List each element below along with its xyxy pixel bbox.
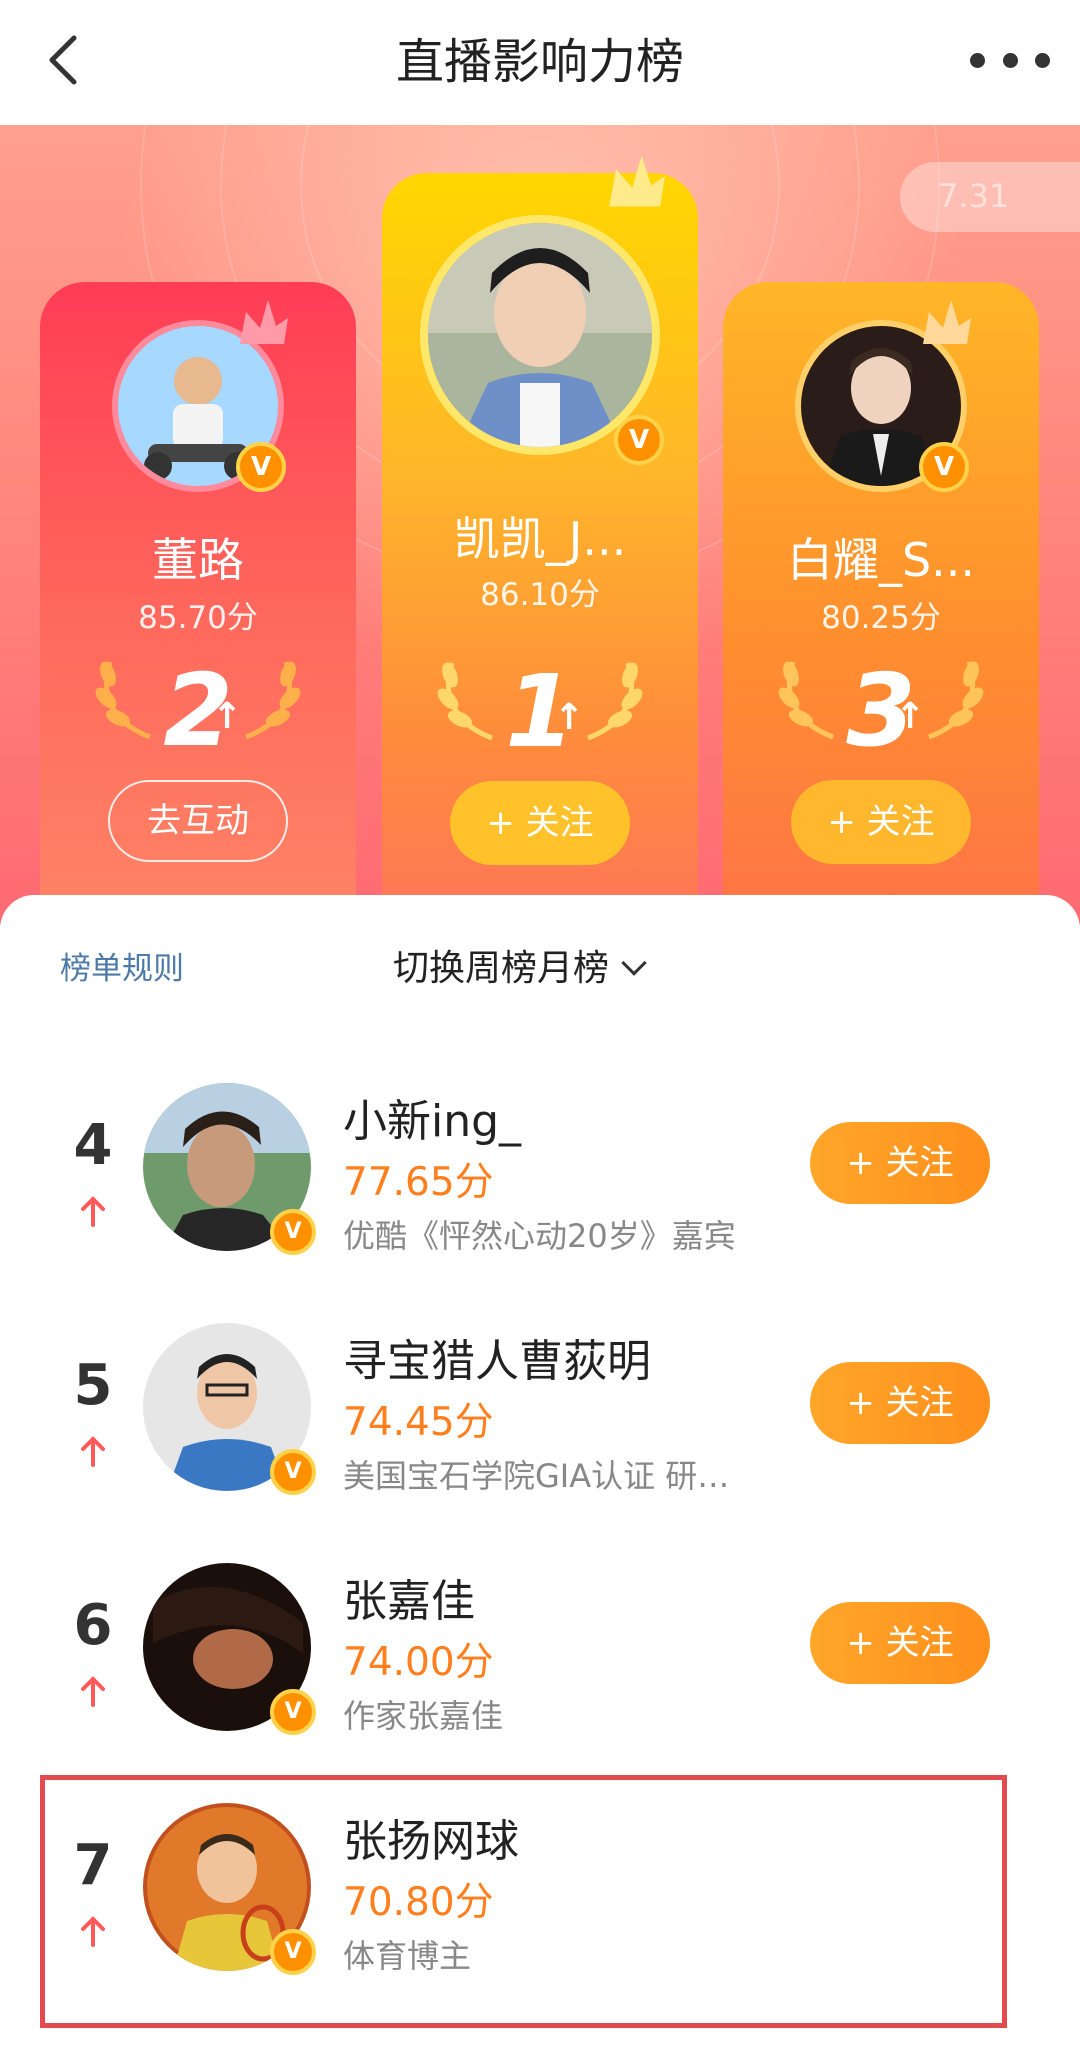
interact-button[interactable]: 去互动 bbox=[108, 780, 288, 862]
rank-emblem: 2 ↑ bbox=[40, 652, 356, 769]
follow-button[interactable]: + 关注 bbox=[450, 781, 630, 865]
verified-badge-icon: V bbox=[270, 1449, 316, 1495]
user-score: 74.00分 bbox=[343, 1640, 494, 1685]
verified-badge-icon: V bbox=[614, 415, 664, 465]
rank-number: 5 bbox=[73, 1353, 113, 1418]
highlight-box bbox=[40, 1775, 1007, 2028]
top-name: 凯凯_J... bbox=[453, 512, 627, 566]
rank-number: 6 bbox=[73, 1593, 113, 1658]
top-score: 86.10分 bbox=[480, 577, 600, 613]
crown-icon bbox=[923, 300, 971, 344]
verified-badge-icon: V bbox=[270, 1209, 316, 1255]
crown-icon bbox=[609, 155, 665, 207]
navigation-bar: 直播影响力榜 bbox=[0, 0, 1080, 125]
top-score: 85.70分 bbox=[138, 600, 258, 636]
user-score: 74.45分 bbox=[343, 1400, 494, 1445]
user-name: 寻宝猎人曹荻明 bbox=[343, 1336, 651, 1387]
switch-period-dropdown[interactable]: 切换周榜月榜 bbox=[393, 939, 647, 991]
page-title: 直播影响力榜 bbox=[395, 34, 684, 90]
verified-badge-icon: V bbox=[919, 442, 969, 492]
list-item[interactable]: 4 V 小新ing_ 77.65分 优酷《怦然心动20岁》嘉宾 + 关注 bbox=[0, 1075, 1080, 1265]
ranking-rules-link[interactable]: 榜单规则 bbox=[60, 943, 184, 988]
rank-up-icon bbox=[81, 1436, 105, 1467]
list-item[interactable]: 6 V 张嘉佳 74.00分 作家张嘉佳 + 关注 bbox=[0, 1555, 1080, 1745]
top-card-rank-3[interactable]: V 白耀_S... 80.25分 3 ↑ + 关注 bbox=[723, 282, 1039, 922]
switch-period-label: 切换周榜月榜 bbox=[393, 948, 610, 989]
period-pill[interactable]: 7.31 bbox=[900, 162, 1080, 232]
laurel-right-icon bbox=[928, 661, 984, 740]
user-name: 小新ing_ bbox=[343, 1096, 522, 1147]
top-score: 80.25分 bbox=[821, 600, 941, 636]
rank-number: 4 bbox=[73, 1113, 113, 1178]
rank-emblem: 3 ↑ bbox=[723, 652, 1039, 769]
follow-button[interactable]: + 关注 bbox=[810, 1362, 990, 1444]
user-description: 优酷《怦然心动20岁》嘉宾 bbox=[343, 1217, 736, 1255]
top-name: 白耀_S... bbox=[786, 533, 976, 587]
list-item[interactable]: 5 V 寻宝猎人曹荻明 74.45分 美国宝石学院GIA认证 研… + 关注 bbox=[0, 1315, 1080, 1505]
laurel-right-icon bbox=[587, 662, 643, 741]
rank-emblem: 1 ↑ bbox=[382, 653, 698, 770]
rank-number: 2 bbox=[163, 652, 233, 769]
chevron-down-icon bbox=[621, 950, 647, 976]
user-description: 美国宝石学院GIA认证 研… bbox=[343, 1457, 730, 1495]
user-score: 77.65分 bbox=[343, 1160, 494, 1205]
follow-button[interactable]: + 关注 bbox=[791, 780, 971, 864]
rank-number: 3 bbox=[846, 652, 916, 769]
top-card-rank-2[interactable]: V 董路 85.70分 2 ↑ 去互动 bbox=[40, 282, 356, 922]
more-options-icon[interactable] bbox=[970, 40, 1050, 80]
rank-up-icon bbox=[81, 1196, 105, 1227]
follow-button[interactable]: + 关注 bbox=[810, 1122, 990, 1204]
laurel-right-icon bbox=[245, 661, 301, 740]
rank-up-icon bbox=[81, 1676, 105, 1707]
top-name: 董路 bbox=[152, 533, 244, 587]
crown-icon bbox=[240, 300, 288, 344]
rank-number: 1 bbox=[505, 653, 575, 770]
top-card-rank-1[interactable]: V 凯凯_J... 86.10分 1 ↑ + 关注 bbox=[382, 155, 698, 923]
verified-badge-icon: V bbox=[270, 1689, 316, 1735]
follow-button[interactable]: + 关注 bbox=[810, 1602, 990, 1684]
user-description: 作家张嘉佳 bbox=[343, 1697, 504, 1735]
verified-badge-icon: V bbox=[236, 442, 286, 492]
user-name: 张嘉佳 bbox=[343, 1576, 475, 1627]
period-pill-text: 7.31 bbox=[938, 177, 1010, 215]
